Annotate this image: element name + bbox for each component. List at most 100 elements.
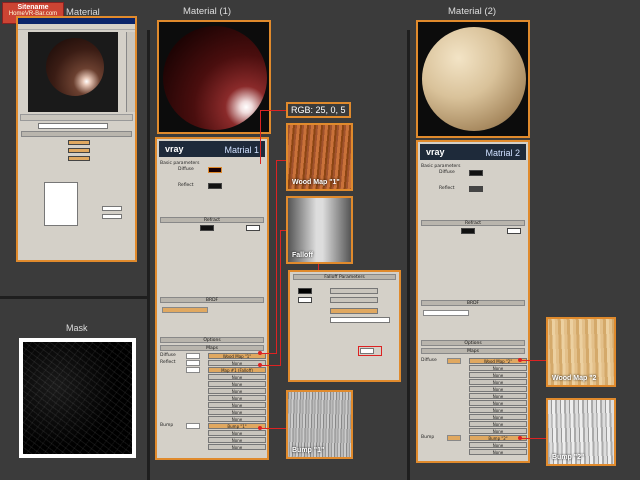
material2-map-row-10[interactable]: None xyxy=(421,421,527,428)
editor-ambient-swatch[interactable] xyxy=(68,140,90,145)
material2-map-row-11[interactable]: None xyxy=(421,428,527,435)
material1-map-row-10[interactable]: None xyxy=(160,416,266,423)
material2-brdf-row[interactable] xyxy=(421,310,525,317)
fog-swatch[interactable] xyxy=(507,228,521,234)
material1-map-row-13[interactable]: None xyxy=(160,437,266,444)
map-none-button[interactable]: None xyxy=(469,421,527,427)
editor-shader-basic-rollout[interactable] xyxy=(21,131,132,137)
map-none-button[interactable]: None xyxy=(208,416,266,422)
fog-swatch[interactable] xyxy=(246,225,260,231)
map-none-button[interactable]: None xyxy=(469,428,527,434)
material2-map-row-6[interactable]: None xyxy=(421,393,527,400)
material1-options-rollout[interactable]: Options xyxy=(160,337,264,343)
map-none-button[interactable]: None xyxy=(208,409,266,415)
map-none-button[interactable]: None xyxy=(469,407,527,413)
map-none-button[interactable]: None xyxy=(469,365,527,371)
material1-map-row-12[interactable]: None xyxy=(160,430,266,437)
map-none-button[interactable]: None xyxy=(208,388,266,394)
brdf-type-dropdown[interactable] xyxy=(423,310,469,316)
editor-sample-slot[interactable] xyxy=(28,32,118,112)
material2-map-row-3[interactable]: None xyxy=(421,372,527,379)
brdf-type-dropdown[interactable] xyxy=(162,307,208,313)
material1-diffuse-row[interactable]: Diffuse xyxy=(160,167,264,174)
map-none-button[interactable]: None xyxy=(469,449,527,455)
map-none-button[interactable]: None xyxy=(208,437,266,443)
material1-map-row-5[interactable]: None xyxy=(160,381,266,388)
map-none-button[interactable]: None xyxy=(469,442,527,448)
material1-map-row-4[interactable]: None xyxy=(160,374,266,381)
diffuse-swatch[interactable] xyxy=(208,167,222,173)
material1-brdf-row[interactable] xyxy=(160,307,264,314)
material1-map-row-14[interactable]: None xyxy=(160,444,266,451)
map-falloff-amount[interactable] xyxy=(186,367,200,373)
material1-map-diffuse[interactable]: Diffuse Wood Map "1" xyxy=(160,353,266,360)
material2-map-row-7[interactable]: None xyxy=(421,400,527,407)
editor-toolbar[interactable] xyxy=(20,114,133,121)
material2-brdf-rollout[interactable]: BRDF xyxy=(421,300,525,306)
map-falloff-button[interactable]: Map #1 (Falloff) xyxy=(208,367,266,373)
material1-map-row-8[interactable]: None xyxy=(160,402,266,409)
map-none-button[interactable]: None xyxy=(469,400,527,406)
material2-map-diffuse[interactable]: Diffuse Wood Map "2" xyxy=(421,358,527,365)
map-bump-amount[interactable] xyxy=(447,435,461,441)
falloff-direction-dropdown[interactable] xyxy=(330,317,390,323)
material2-map-row-13[interactable]: None xyxy=(421,442,527,449)
material1-map-row-7[interactable]: None xyxy=(160,395,266,402)
map-none-button[interactable]: None xyxy=(469,386,527,392)
refract-swatch[interactable] xyxy=(461,228,475,234)
map-bump-amount[interactable] xyxy=(186,423,200,429)
map-none-button[interactable]: None xyxy=(208,381,266,387)
editor-side-toolbar[interactable] xyxy=(126,32,135,112)
material2-options-rollout[interactable]: Options xyxy=(421,340,525,346)
material2-refract-row[interactable] xyxy=(421,228,525,235)
material2-refract-rollout[interactable]: Refract xyxy=(421,220,525,226)
material1-map-falloff[interactable]: Map #1 (Falloff) xyxy=(160,367,266,374)
material2-map-row-8[interactable]: None xyxy=(421,407,527,414)
material2-maps-rollout[interactable]: Maps xyxy=(421,348,525,354)
map-diffuse-amount[interactable] xyxy=(447,358,461,364)
material2-map-row-2[interactable]: None xyxy=(421,365,527,372)
map-reflect-amount[interactable] xyxy=(186,360,200,366)
map-none-button[interactable]: None xyxy=(208,402,266,408)
material1-brdf-rollout[interactable]: BRDF xyxy=(160,297,264,303)
map-none-button[interactable]: None xyxy=(208,374,266,380)
material2-map-bump[interactable]: Bump Bump "2" xyxy=(421,435,527,442)
editor-glossiness-field[interactable] xyxy=(102,206,122,211)
editor-material-name-field[interactable] xyxy=(38,123,108,129)
falloff-side-map-button[interactable] xyxy=(330,297,378,303)
map-diffuse-amount[interactable] xyxy=(186,353,200,359)
editor-soften-field[interactable] xyxy=(102,214,122,219)
material1-refract-row[interactable] xyxy=(160,225,264,232)
map-none-button[interactable]: None xyxy=(469,393,527,399)
reflect-swatch[interactable] xyxy=(469,186,483,192)
map-none-button[interactable]: None xyxy=(469,372,527,378)
material2-diffuse-row[interactable]: Diffuse xyxy=(421,170,525,177)
falloff-parameters-rollout[interactable]: Falloff Parameters xyxy=(293,274,396,280)
falloff-front-swatch[interactable] xyxy=(298,288,312,294)
map-none-button[interactable]: None xyxy=(208,430,266,436)
material1-map-row-9[interactable]: None xyxy=(160,409,266,416)
material2-map-row-4[interactable]: None xyxy=(421,379,527,386)
falloff-front-map-button[interactable] xyxy=(330,288,378,294)
material2-map-row-14[interactable]: None xyxy=(421,449,527,456)
map-none-button[interactable]: None xyxy=(469,414,527,420)
material1-map-row-6[interactable]: None xyxy=(160,388,266,395)
falloff-side-swatch[interactable] xyxy=(298,297,312,303)
material2-map-row-5[interactable]: None xyxy=(421,386,527,393)
diffuse-swatch[interactable] xyxy=(469,170,483,176)
refract-swatch[interactable] xyxy=(200,225,214,231)
material1-refract-rollout[interactable]: Refract xyxy=(160,217,264,223)
material1-map-reflect[interactable]: Reflect None xyxy=(160,360,266,367)
editor-diffuse-swatch[interactable] xyxy=(68,148,90,153)
material1-maps-rollout[interactable]: Maps xyxy=(160,345,264,351)
material1-reflect-row[interactable]: Reflect xyxy=(160,183,264,190)
material2-map-row-9[interactable]: None xyxy=(421,414,527,421)
map-none-button[interactable]: None xyxy=(208,444,266,450)
reflect-swatch[interactable] xyxy=(208,183,222,189)
material2-reflect-row[interactable]: Reflect xyxy=(421,186,525,193)
material1-map-bump[interactable]: Bump Bump "1" xyxy=(160,423,266,430)
falloff-type-dropdown[interactable] xyxy=(330,308,378,314)
map-none-button[interactable]: None xyxy=(469,379,527,385)
map-none-button[interactable]: None xyxy=(208,395,266,401)
editor-specular-swatch[interactable] xyxy=(68,156,90,161)
